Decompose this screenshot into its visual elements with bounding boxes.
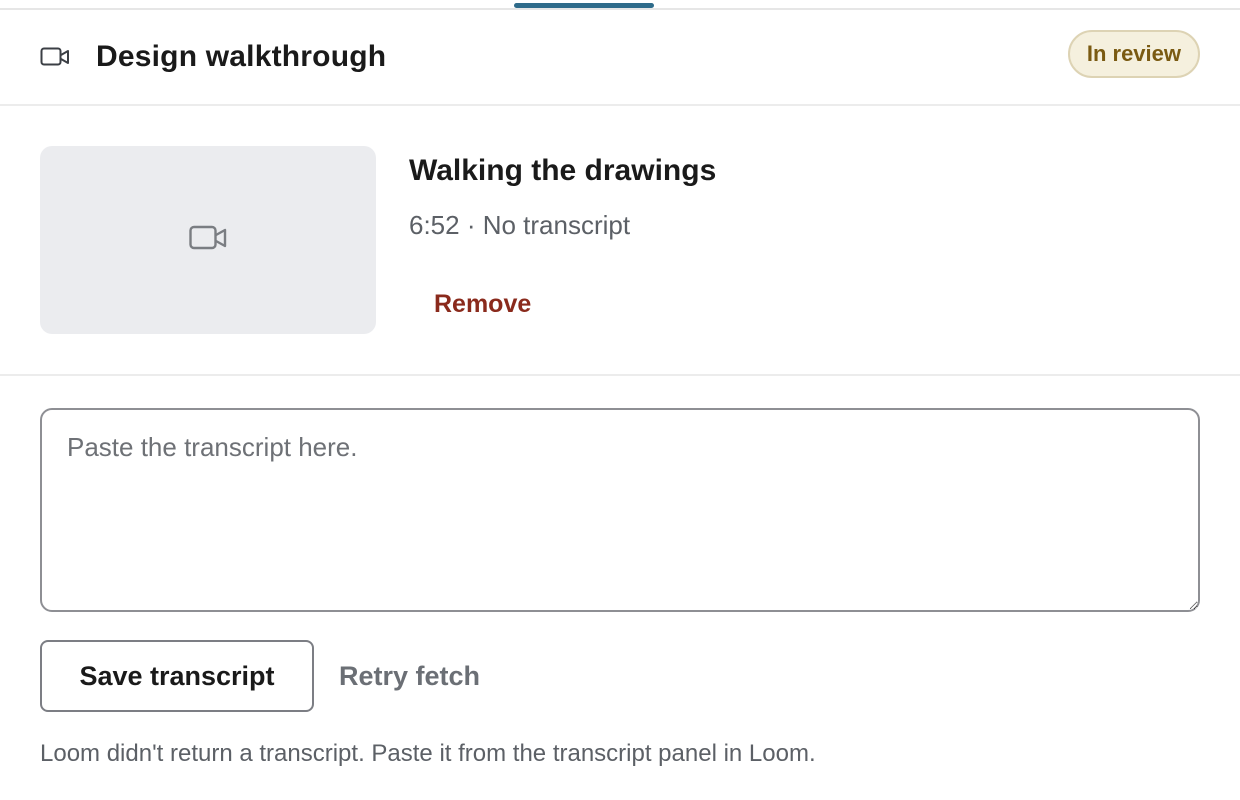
- save-transcript-button[interactable]: Save transcript: [40, 640, 314, 712]
- video-meta: 6:52 · No transcript: [409, 210, 631, 240]
- card-header: Design walkthrough In review: [0, 10, 1240, 106]
- video-camera-icon: [40, 46, 72, 68]
- transcript-input[interactable]: [40, 408, 1200, 612]
- help-text: Loom didn't return a transcript. Paste i…: [40, 740, 816, 767]
- video-thumbnail[interactable]: [40, 146, 376, 334]
- retry-fetch-button[interactable]: Retry fetch: [339, 648, 480, 704]
- remove-button[interactable]: Remove: [409, 276, 556, 332]
- video-camera-icon: [189, 225, 227, 256]
- page-title: Design walkthrough: [96, 40, 387, 73]
- video-title: Walking the drawings: [409, 154, 717, 187]
- video-row: Walking the drawings 6:52 · No transcrip…: [0, 106, 1240, 376]
- status-badge: In review: [1067, 30, 1200, 78]
